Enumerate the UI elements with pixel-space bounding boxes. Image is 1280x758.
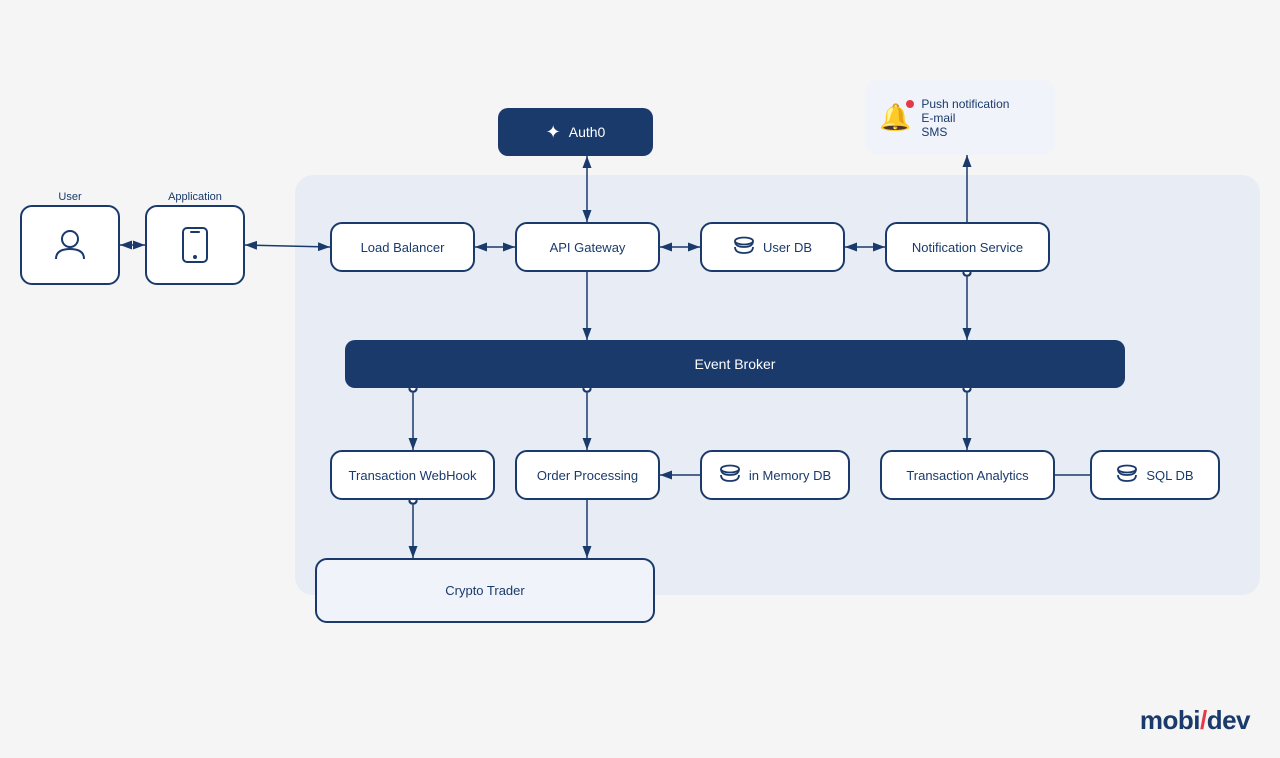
order-processing-label: Order Processing — [537, 468, 638, 483]
application-box: Application — [145, 205, 245, 285]
in-memory-db-label: in Memory DB — [749, 468, 831, 483]
event-broker-label: Event Broker — [695, 356, 776, 372]
load-balancer-box: Load Balancer — [330, 222, 475, 272]
in-memory-db-icon — [719, 464, 741, 486]
sql-db-label: SQL DB — [1146, 468, 1193, 483]
crypto-trader-box: Crypto Trader — [315, 558, 655, 623]
bell-notification-dot — [906, 100, 914, 108]
notification-service-label: Notification Service — [912, 240, 1023, 255]
logo-text-blue: dev — [1207, 705, 1250, 735]
auth0-box: ✦ Auth0 — [498, 108, 653, 156]
application-label: Application — [168, 191, 222, 203]
auth0-label: Auth0 — [569, 124, 606, 140]
notif-push: Push notification — [921, 97, 1009, 111]
sql-db-icon — [1116, 464, 1138, 486]
load-balancer-label: Load Balancer — [361, 240, 445, 255]
transaction-webhook-box: Transaction WebHook — [330, 450, 495, 500]
notification-info-box: 🔔 Push notification E-mail SMS — [865, 80, 1055, 155]
event-broker-box: Event Broker — [345, 340, 1125, 388]
diagram-container: ✦ Auth0 🔔 Push notification E-mail SMS U… — [0, 0, 1280, 758]
order-processing-box: Order Processing — [515, 450, 660, 500]
person-icon — [52, 227, 88, 263]
user-box: User — [20, 205, 120, 285]
bell-icon-wrapper: 🔔 — [879, 102, 911, 133]
notif-email: E-mail — [921, 111, 1009, 125]
transaction-webhook-label: Transaction WebHook — [349, 468, 477, 483]
user-db-icon — [733, 236, 755, 258]
user-label: User — [58, 191, 81, 203]
notification-service-box: Notification Service — [885, 222, 1050, 272]
notif-sms: SMS — [921, 125, 1009, 139]
notification-info-text: Push notification E-mail SMS — [921, 97, 1009, 139]
api-gateway-label: API Gateway — [550, 240, 626, 255]
user-db-box: User DB — [700, 222, 845, 272]
auth0-star-icon: ✦ — [546, 122, 561, 143]
mobidev-logo: mobi/dev — [1140, 705, 1250, 736]
transaction-analytics-label: Transaction Analytics — [906, 468, 1028, 483]
phone-icon — [181, 227, 209, 263]
api-gateway-box: API Gateway — [515, 222, 660, 272]
user-db-label: User DB — [763, 240, 812, 255]
crypto-trader-label: Crypto Trader — [445, 583, 524, 598]
sql-db-box: SQL DB — [1090, 450, 1220, 500]
transaction-analytics-box: Transaction Analytics — [880, 450, 1055, 500]
logo-text-dark: mobi — [1140, 705, 1200, 735]
logo-slash: / — [1200, 705, 1207, 735]
in-memory-db-box: in Memory DB — [700, 450, 850, 500]
